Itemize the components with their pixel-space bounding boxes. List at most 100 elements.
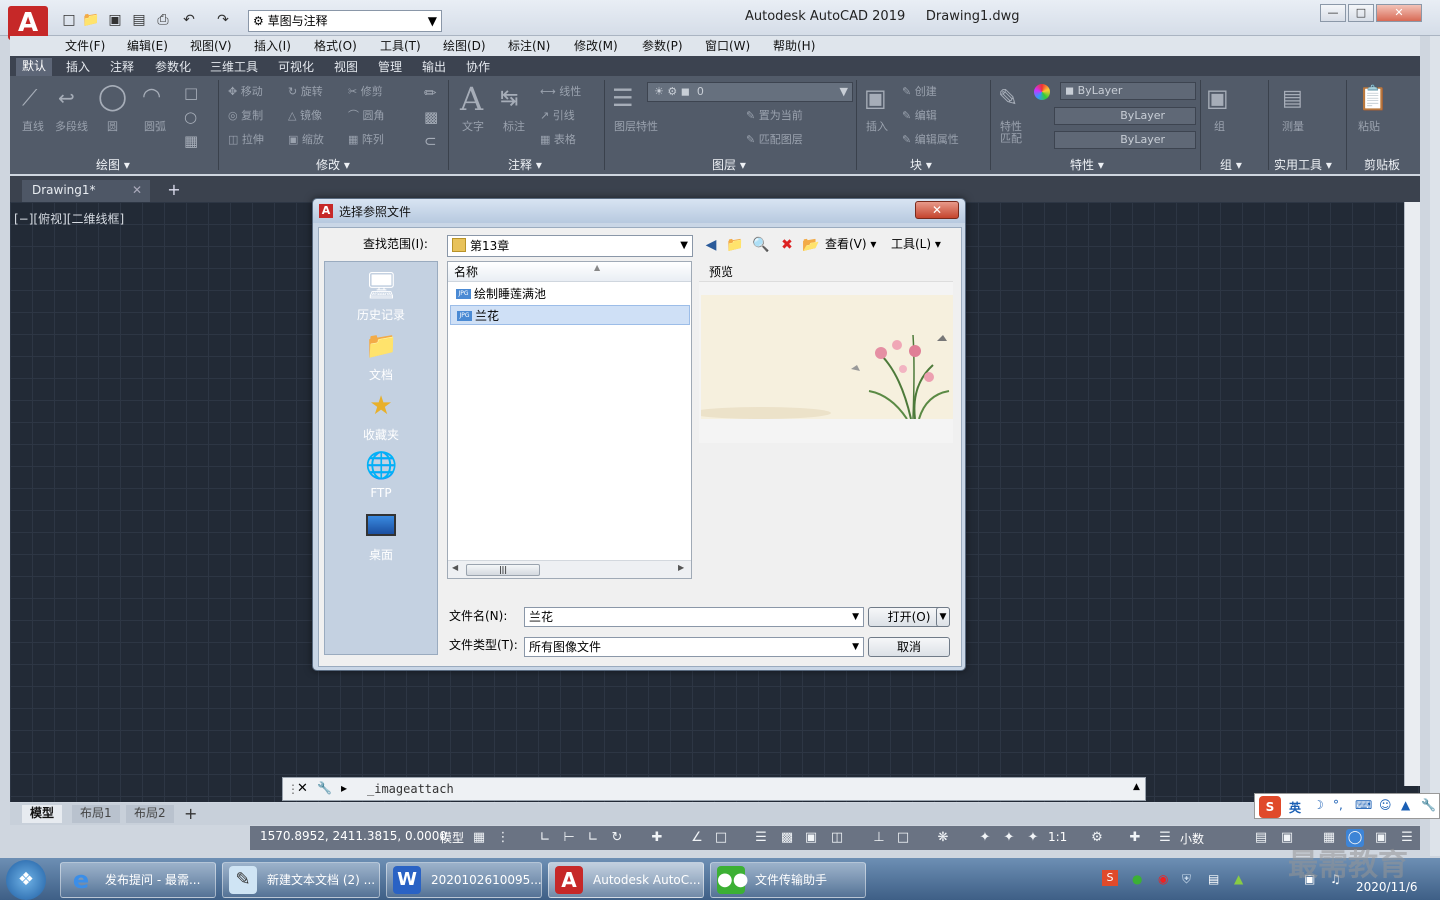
polyline-label[interactable]: 多段线 — [55, 121, 88, 133]
document-tab[interactable]: Drawing1* ✕ — [22, 180, 150, 202]
insert-block-label[interactable]: 插入 — [866, 121, 888, 133]
place-ftp[interactable]: 🌐 FTP — [325, 450, 437, 500]
tools-menu-button[interactable]: 工具(L) ▾ — [891, 235, 941, 252]
table-tool[interactable]: ▦ 表格 — [540, 134, 576, 146]
selection-cycling-icon[interactable]: ▣ — [802, 829, 820, 847]
panel-draw-title[interactable]: 绘图 ▾ — [96, 156, 130, 173]
edit-block-tool[interactable]: ✎ 编辑 — [902, 110, 937, 122]
scale-tool[interactable]: ▣ 缩放 — [288, 134, 324, 146]
annotation-scale-value[interactable]: 1:1 — [1048, 830, 1067, 844]
delete-icon[interactable]: ✖ — [777, 235, 797, 255]
open-folder-icon[interactable]: 📁 — [82, 11, 100, 29]
command-input[interactable]: _imageattach — [367, 782, 454, 796]
table-grid-icon[interactable]: ▦ — [184, 132, 198, 150]
tab-model[interactable]: 模型 — [22, 805, 63, 823]
menu-edit[interactable]: 编辑(E) — [127, 37, 168, 54]
paste-label[interactable]: 粘贴 — [1358, 121, 1380, 133]
viewport-controls[interactable]: [−][俯视][二维线框] — [14, 210, 124, 227]
layer-dropdown[interactable]: ☀ ⚙ ◼ 0 ▼ — [647, 82, 853, 102]
keyboard-icon[interactable]: ⌨ — [1355, 798, 1372, 812]
tab-manage[interactable]: 管理 — [372, 58, 408, 75]
linear-tool[interactable]: ⟷ 线性 — [540, 86, 581, 98]
infer-constraints-icon[interactable]: ∟ — [536, 829, 554, 847]
workspace-dropdown[interactable]: ⚙ 草图与注释 ▼ — [248, 10, 442, 32]
plot-icon[interactable]: ⎙ — [154, 11, 172, 29]
arc-label[interactable]: 圆弧 — [144, 121, 166, 133]
panel-block-title[interactable]: 块 ▾ — [910, 156, 932, 173]
line-icon[interactable]: ⟋ — [22, 86, 37, 111]
selection-filter-icon[interactable]: □ — [894, 829, 912, 847]
set-current-tool[interactable]: ✎ 置为当前 — [746, 110, 803, 122]
coordinates-readout[interactable]: 1570.8952, 2411.3815, 0.0000 — [260, 829, 447, 843]
auto-scale-icon[interactable]: ✦ — [1000, 829, 1018, 847]
file-item-selected[interactable]: JPG 兰花 — [450, 305, 690, 325]
menu-format[interactable]: 格式(O) — [314, 37, 357, 54]
new-file-icon[interactable]: □ — [60, 11, 78, 29]
group-label[interactable]: 组 — [1214, 121, 1225, 133]
edit-attributes-tool[interactable]: ✎ 编辑属性 — [902, 134, 959, 146]
minimize-button[interactable]: — — [1320, 4, 1346, 22]
gear-icon[interactable]: ⚙ — [1088, 829, 1106, 847]
panel-groups-title[interactable]: 组 ▾ — [1220, 156, 1242, 173]
match-properties-icon[interactable]: ✎ — [998, 84, 1018, 112]
match-properties-label[interactable]: 特性匹配 — [1000, 121, 1026, 145]
annotation-scale-icon[interactable]: ✦ — [1024, 829, 1042, 847]
paste-icon[interactable]: 📋 — [1358, 84, 1388, 112]
save-icon[interactable]: ▣ — [106, 11, 124, 29]
transparency-icon[interactable]: ▩ — [778, 829, 796, 847]
measure-icon[interactable]: ▤ — [1282, 86, 1303, 111]
wrench-icon[interactable]: 🔧 — [1421, 798, 1436, 812]
menu-dimension[interactable]: 标注(N) — [508, 37, 550, 54]
close-icon[interactable]: ✕ — [132, 180, 142, 200]
maximize-button[interactable]: □ — [1348, 4, 1374, 22]
command-line[interactable]: ⋮ ✕ 🔧 ▸ _imageattach ▲ — [282, 777, 1146, 801]
layer-properties-icon[interactable]: ☰ — [612, 84, 634, 112]
filetype-select[interactable]: 所有图像文件 ▼ — [524, 637, 864, 657]
cancel-button[interactable]: 取消 — [868, 637, 950, 657]
skin-icon[interactable]: ▲ — [1401, 798, 1410, 812]
leader-tool[interactable]: ↗ 引线 — [540, 110, 575, 122]
text-label[interactable]: 文字 — [462, 121, 484, 133]
shield-tray-icon[interactable]: ⛨ — [1182, 872, 1191, 887]
annotation-visibility-icon[interactable]: ✦ — [976, 829, 994, 847]
close-icon[interactable]: ✕ — [297, 781, 308, 796]
network-tray-icon[interactable]: ▤ — [1208, 872, 1219, 886]
tab-output[interactable]: 输出 — [416, 58, 452, 75]
trim-tool[interactable]: ✂ 修剪 — [348, 86, 383, 98]
panel-layers-title[interactable]: 图层 ▾ — [712, 156, 746, 173]
tab-visualize[interactable]: 可视化 — [272, 58, 320, 75]
polyline-icon[interactable]: ↩ — [58, 86, 75, 110]
new-tab-plus-icon[interactable]: + — [164, 181, 184, 199]
tab-annotate[interactable]: 注释 — [104, 58, 140, 75]
menu-view[interactable]: 视图(V) — [190, 37, 232, 54]
file-list[interactable]: 名称 ▲ JPG 绘制睡莲满池 JPG 兰花 ◀ ||| ▶ — [447, 261, 692, 579]
panel-annotation-title[interactable]: 注释 ▾ — [508, 156, 542, 173]
user-icon[interactable]: ☺ — [1379, 798, 1392, 812]
circle-icon[interactable]: ◯ — [98, 82, 127, 112]
rotate-tool[interactable]: ↻ 旋转 — [288, 86, 323, 98]
tab-view[interactable]: 视图 — [328, 58, 364, 75]
filename-input[interactable]: 兰花 ▼ — [524, 607, 864, 627]
units-icon[interactable]: ☰ — [1156, 829, 1174, 847]
move-tool[interactable]: ✥ 移动 — [228, 86, 263, 98]
open-options-dropdown[interactable]: ▼ — [936, 607, 950, 627]
menu-help[interactable]: 帮助(H) — [773, 37, 815, 54]
wrench-icon[interactable]: 🔧 — [317, 781, 332, 795]
undo-icon[interactable]: ↶ — [180, 11, 198, 29]
back-arrow-icon[interactable]: ◀ — [701, 235, 721, 255]
panel-clipboard-title[interactable]: 剪贴板 — [1364, 156, 1400, 173]
chevron-down-icon[interactable]: ▼ — [852, 608, 859, 626]
scroll-thumb[interactable]: ||| — [466, 564, 540, 576]
explode-icon[interactable]: ▩ — [424, 108, 438, 126]
save-as-icon[interactable]: ▤ — [130, 11, 148, 29]
tab-collaborate[interactable]: 协作 — [460, 58, 496, 75]
panel-utilities-title[interactable]: 实用工具 ▾ — [1274, 156, 1332, 173]
taskbar-item-wps[interactable]: W 2020102610095... — [386, 862, 542, 898]
taskbar-item-notepad[interactable]: ✎ 新建文本文档 (2) ... — [222, 862, 380, 898]
copy-tool[interactable]: ◎ 复制 — [228, 110, 263, 122]
plus-icon[interactable]: ✚ — [1126, 829, 1144, 847]
scroll-left-icon[interactable]: ◀ — [452, 563, 458, 572]
color-wheel-icon[interactable] — [1034, 84, 1050, 100]
insert-block-icon[interactable]: ▣ — [864, 84, 887, 112]
wechat-tray-icon[interactable]: ● — [1132, 872, 1142, 886]
